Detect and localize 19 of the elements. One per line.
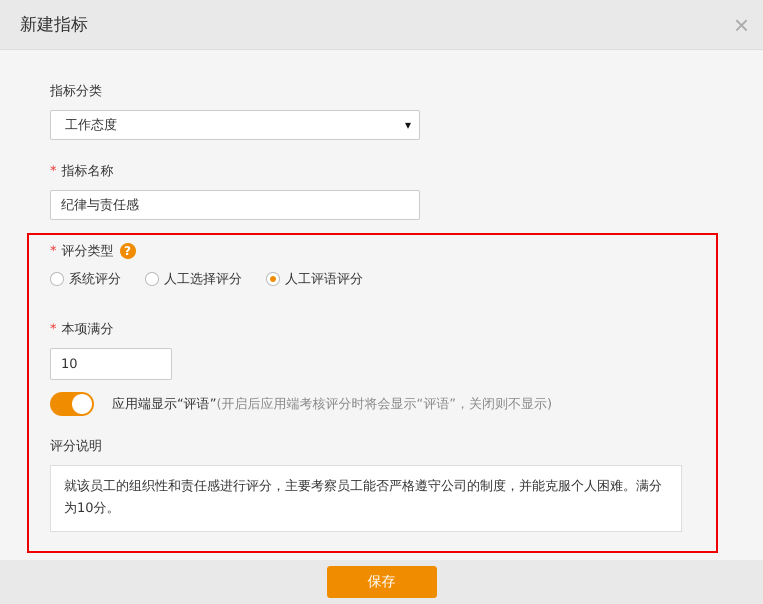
field-label: 本项满分 bbox=[62, 321, 114, 338]
required-mark: * bbox=[50, 322, 56, 336]
field-label: 评分说明 bbox=[50, 438, 102, 455]
dialog-title: 新建指标 bbox=[20, 14, 88, 36]
radio-option[interactable]: 系统评分 bbox=[50, 270, 121, 288]
required-mark: * bbox=[50, 164, 56, 178]
toggle-label: 应用端显示“评语” bbox=[112, 396, 216, 413]
radio-option[interactable]: 人工选择评分 bbox=[145, 270, 242, 288]
description-textarea[interactable]: 就该员工的组织性和责任感进行评分，主要考察员工能否严格遵守公司的制度，并能克服个人困难。满分为10分。 bbox=[50, 465, 682, 532]
radio-option[interactable]: 人工评语评分 bbox=[266, 270, 363, 288]
field-label: 指标分类 bbox=[50, 83, 102, 100]
field-label: 指标名称 bbox=[62, 163, 114, 180]
field-label: 评分类型 bbox=[62, 243, 114, 260]
score-input[interactable]: 10 bbox=[50, 348, 172, 380]
category-select[interactable]: 工作态度 ▾ bbox=[50, 110, 420, 140]
toggle-switch[interactable] bbox=[50, 392, 94, 416]
toggle-hint: (开启后应用端考核评分时将会显示“评语”，关闭则不显示) bbox=[216, 396, 552, 413]
required-mark: * bbox=[50, 244, 56, 258]
name-input[interactable]: 纪律与责任感 bbox=[50, 190, 420, 220]
